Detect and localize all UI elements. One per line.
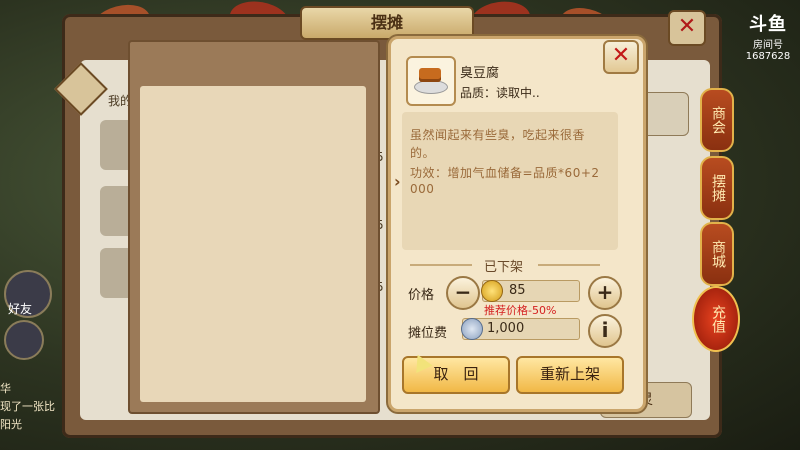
- price-field[interactable]: 85: [481, 280, 580, 302]
- chat-line: 阳光: [0, 418, 22, 431]
- item-stinky-tofu-icon: [406, 56, 456, 106]
- item-list-panel: [128, 40, 380, 414]
- coin-icon: [481, 280, 503, 302]
- friend-label[interactable]: 好友: [8, 300, 32, 317]
- relist-button[interactable]: 重新上架: [516, 356, 624, 394]
- minus-icon[interactable]: −: [446, 276, 480, 310]
- stall-close-button[interactable]: ✕: [668, 10, 706, 46]
- room-number: 1687628: [745, 51, 791, 62]
- stall-fee-label: 摊位费: [408, 326, 448, 341]
- item-description-line: 功效：增加气血储备=品质*60+2: [410, 166, 600, 180]
- room-label: 房间号: [753, 40, 783, 51]
- item-description-line: 000: [410, 182, 435, 196]
- tab-chamber-of-commerce[interactable]: 商会: [700, 88, 734, 152]
- tab-stall[interactable]: 摆摊: [700, 156, 734, 220]
- stream-logo-text: 斗鱼: [749, 14, 787, 35]
- price-label: 价格: [408, 288, 435, 303]
- price-value: 85: [509, 283, 526, 298]
- item-name: 臭豆腐: [460, 66, 500, 81]
- listing-status: 已下架: [484, 260, 524, 275]
- tofu-shape: [419, 68, 441, 82]
- chat-line: 华: [0, 382, 11, 395]
- recharge-button[interactable]: 充值: [692, 286, 740, 352]
- chat-icon[interactable]: [4, 320, 44, 360]
- recommended-price: 推荐价格-50%: [484, 304, 557, 317]
- stall-fee-field: 1,000: [461, 318, 580, 340]
- stream-logo: 斗鱼 房间号 1687628: [744, 10, 792, 62]
- plus-icon[interactable]: +: [588, 276, 622, 310]
- item-description-line: 的。: [410, 146, 436, 160]
- item-list-area: [140, 86, 366, 402]
- stall-fee-value: 1,000: [487, 321, 525, 336]
- stall-window-title: 摆摊: [300, 6, 474, 40]
- tab-mall[interactable]: 商城: [700, 222, 734, 286]
- divider: [410, 264, 472, 266]
- chat-line: 现了一张比: [0, 400, 55, 413]
- divider: [538, 264, 600, 266]
- close-icon[interactable]: ✕: [603, 40, 639, 74]
- info-icon[interactable]: i: [588, 314, 622, 348]
- chevron-right-icon: ›: [394, 172, 401, 191]
- plate-shape: [414, 80, 448, 94]
- item-quality: 品质：读取中..: [460, 86, 540, 100]
- stall-fee-coin-icon: [461, 318, 483, 340]
- item-description-line: 虽然闻起来有些臭，吃起来很香: [410, 128, 586, 142]
